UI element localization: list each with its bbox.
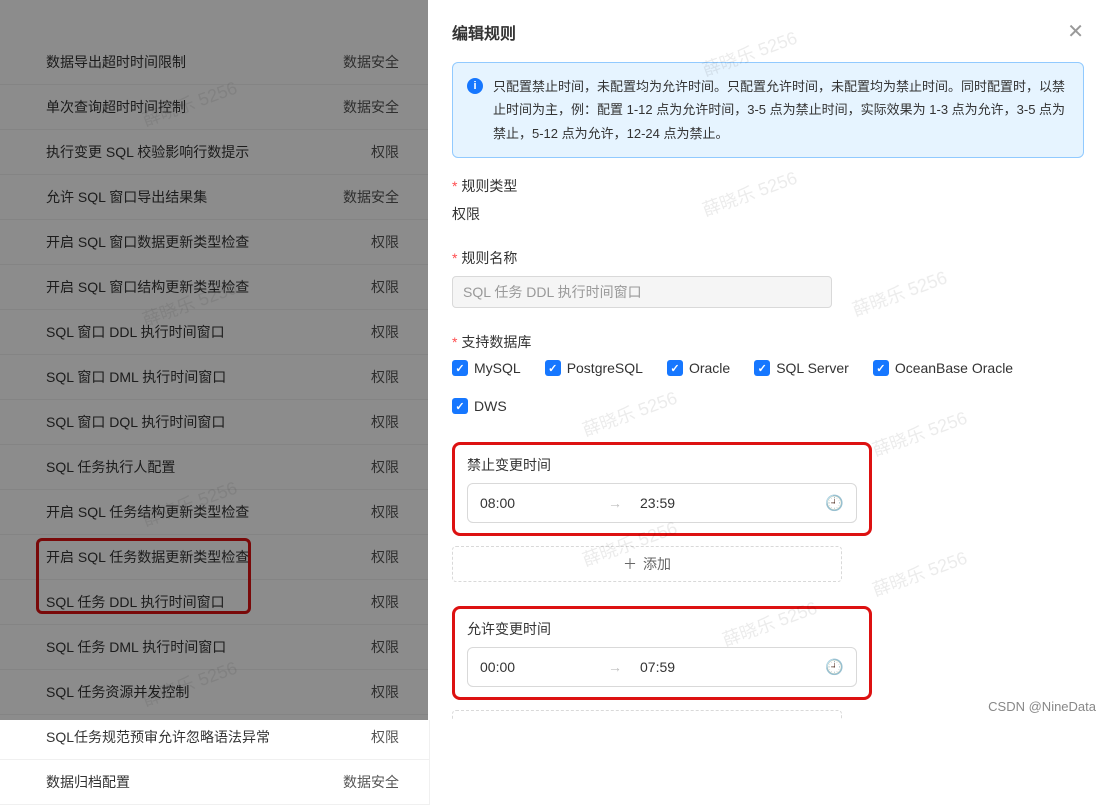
checkbox-icon: ✓ xyxy=(545,360,561,376)
db-label-text: OceanBase Oracle xyxy=(895,360,1013,376)
allow-time-section: 允许变更时间 00:00 → 07:59 🕘 xyxy=(452,606,872,700)
arrow-right-icon: → xyxy=(608,659,622,675)
db-label-text: DWS xyxy=(474,398,507,414)
allow-time-label: 允许变更时间 xyxy=(467,619,857,639)
plus-icon: ＋ xyxy=(623,554,637,574)
close-icon[interactable]: ✕ xyxy=(1067,22,1084,42)
db-checkbox-dws[interactable]: ✓ DWS xyxy=(452,398,507,414)
rule-cat: 权限 xyxy=(371,727,399,747)
add-label: 添加 xyxy=(643,554,671,574)
db-checkbox-oracle[interactable]: ✓ Oracle xyxy=(667,360,730,376)
info-text: 只配置禁止时间，未配置均为允许时间。只配置允许时间，未配置均为禁止时间。同时配置… xyxy=(493,75,1069,145)
db-label-text: PostgreSQL xyxy=(567,360,643,376)
database-checkbox-group: ✓ MySQL ✓ PostgreSQL ✓ Oracle ✓ SQL Server ✓… xyxy=(452,360,1084,414)
allow-time-range[interactable]: 00:00 → 07:59 🕘 xyxy=(467,647,857,687)
checkbox-icon: ✓ xyxy=(667,360,683,376)
arrow-right-icon: → xyxy=(608,495,622,511)
forbid-time-range[interactable]: 08:00 → 23:59 🕘 xyxy=(467,483,857,523)
db-label: 支持数据库 xyxy=(452,332,1084,352)
allow-start-time: 00:00 xyxy=(480,659,590,675)
checkbox-icon: ✓ xyxy=(873,360,889,376)
rule-name: SQL任务规范预审允许忽略语法异常 xyxy=(46,727,270,747)
clock-icon: 🕘 xyxy=(825,494,844,512)
page-footer: CSDN @NineData xyxy=(988,699,1096,714)
rule-type-label: 规则类型 xyxy=(452,176,1084,196)
allow-end-time: 07:59 xyxy=(640,659,750,675)
checkbox-icon: ✓ xyxy=(452,398,468,414)
clock-icon: 🕘 xyxy=(825,658,844,676)
edit-rule-drawer: 编辑规则 ✕ i 只配置禁止时间，未配置均为允许时间。只配置允许时间，未配置均为… xyxy=(428,0,1108,720)
forbid-time-label: 禁止变更时间 xyxy=(467,455,857,475)
rule-name-input[interactable]: SQL 任务 DDL 执行时间窗口 xyxy=(452,276,832,308)
db-checkbox-mysql[interactable]: ✓ MySQL xyxy=(452,360,521,376)
db-checkbox-postgresql[interactable]: ✓ PostgreSQL xyxy=(545,360,643,376)
forbid-time-section: 禁止变更时间 08:00 → 23:59 🕘 xyxy=(452,442,872,536)
forbid-start-time: 08:00 xyxy=(480,495,590,511)
info-alert: i 只配置禁止时间，未配置均为允许时间。只配置允许时间，未配置均为禁止时间。同时… xyxy=(452,62,1084,158)
forbid-end-time: 23:59 xyxy=(640,495,750,511)
db-label-text: Oracle xyxy=(689,360,730,376)
drawer-title: 编辑规则 xyxy=(452,20,516,44)
db-checkbox-oceanbase[interactable]: ✓ OceanBase Oracle xyxy=(873,360,1013,376)
rule-cat: 数据安全 xyxy=(343,772,399,792)
add-allow-button[interactable]: ＋添加 xyxy=(452,710,842,720)
add-forbid-button[interactable]: ＋ 添加 xyxy=(452,546,842,582)
rule-name: 数据归档配置 xyxy=(46,772,130,792)
rule-row[interactable]: SQL任务规范预审允许忽略语法异常 权限 xyxy=(0,715,429,760)
rule-row[interactable]: 数据归档配置 数据安全 xyxy=(0,760,429,805)
info-icon: i xyxy=(467,78,483,94)
rule-type-value: 权限 xyxy=(452,204,1084,224)
rule-name-label: 规则名称 xyxy=(452,248,1084,268)
checkbox-icon: ✓ xyxy=(754,360,770,376)
checkbox-icon: ✓ xyxy=(452,360,468,376)
db-checkbox-sqlserver[interactable]: ✓ SQL Server xyxy=(754,360,849,376)
db-label-text: SQL Server xyxy=(776,360,849,376)
db-label-text: MySQL xyxy=(474,360,521,376)
